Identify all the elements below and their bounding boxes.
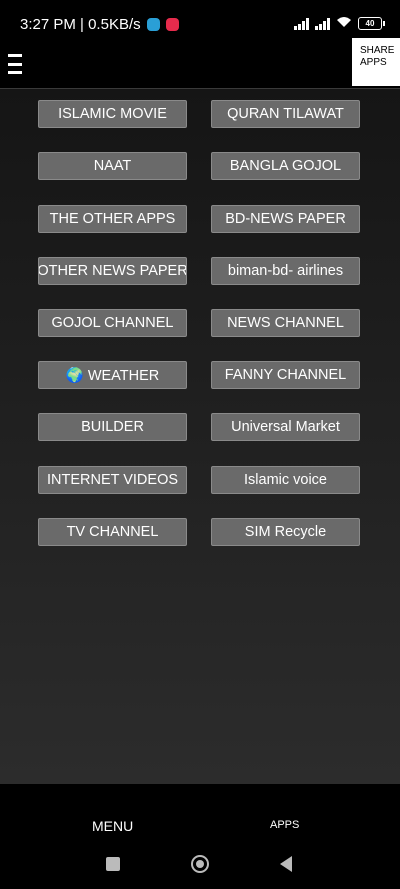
button-tv-channel[interactable]: TV CHANNEL <box>38 518 187 546</box>
button-weather[interactable]: 🌍 WEATHER <box>38 361 187 389</box>
button-islamic-voice[interactable]: Islamic voice <box>211 466 360 494</box>
main-content: ISLAMIC MOVIE QURAN TILAWAT NAAT BANGLA … <box>0 88 400 785</box>
wifi-icon <box>336 16 352 31</box>
share-label-line1: SHARE <box>360 45 395 56</box>
youtube-icon <box>165 18 179 31</box>
status-time-speed: 3:27 PM | 0.5KB/s <box>20 16 141 33</box>
button-builder[interactable]: BUILDER <box>38 413 187 441</box>
button-fanny-channel[interactable]: FANNY CHANNEL <box>211 361 360 389</box>
button-news-channel[interactable]: NEWS CHANNEL <box>211 309 360 337</box>
back-icon[interactable] <box>280 856 292 872</box>
status-right: 40 <box>294 16 385 31</box>
battery-level: 40 <box>365 19 375 28</box>
button-bangla-gojol[interactable]: BANGLA GOJOL <box>211 152 360 180</box>
battery-icon: 40 <box>358 17 385 30</box>
nav-menu[interactable]: MENU <box>92 818 133 834</box>
share-label-line2: APPS <box>360 57 387 68</box>
signal-icon <box>294 17 309 30</box>
button-naat[interactable]: NAAT <box>38 152 187 180</box>
button-islamic-movie[interactable]: ISLAMIC MOVIE <box>38 100 187 128</box>
system-navigation-bar <box>0 842 400 889</box>
button-quran-tilawat[interactable]: QURAN TILAWAT <box>211 100 360 128</box>
home-icon[interactable] <box>191 855 209 873</box>
button-universal-market[interactable]: Universal Market <box>211 413 360 441</box>
signal-icon-2 <box>315 17 330 30</box>
button-internet-videos[interactable]: INTERNET VIDEOS <box>38 466 187 494</box>
top-bar: SHARE APPS <box>0 38 400 88</box>
bottom-nav: MENU APPS <box>0 784 400 842</box>
button-the-other-apps[interactable]: THE OTHER APPS <box>38 205 187 233</box>
hamburger-menu-icon[interactable] <box>8 54 22 74</box>
button-sim-recycle[interactable]: SIM Recycle <box>211 518 360 546</box>
telegram-icon <box>146 18 160 31</box>
recent-apps-icon[interactable] <box>106 857 120 871</box>
nav-apps[interactable]: APPS <box>270 819 299 831</box>
share-apps-button[interactable]: SHARE APPS <box>352 38 400 86</box>
button-biman-bd-airlines[interactable]: biman-bd- airlines <box>211 257 360 285</box>
button-other-news-paper[interactable]: OTHER NEWS PAPER <box>38 257 187 285</box>
button-gojol-channel[interactable]: GOJOL CHANNEL <box>38 309 187 337</box>
status-left: 3:27 PM | 0.5KB/s <box>20 16 179 33</box>
status-bar: 3:27 PM | 0.5KB/s 40 <box>0 0 400 48</box>
button-bd-news-paper[interactable]: BD-NEWS PAPER <box>211 205 360 233</box>
